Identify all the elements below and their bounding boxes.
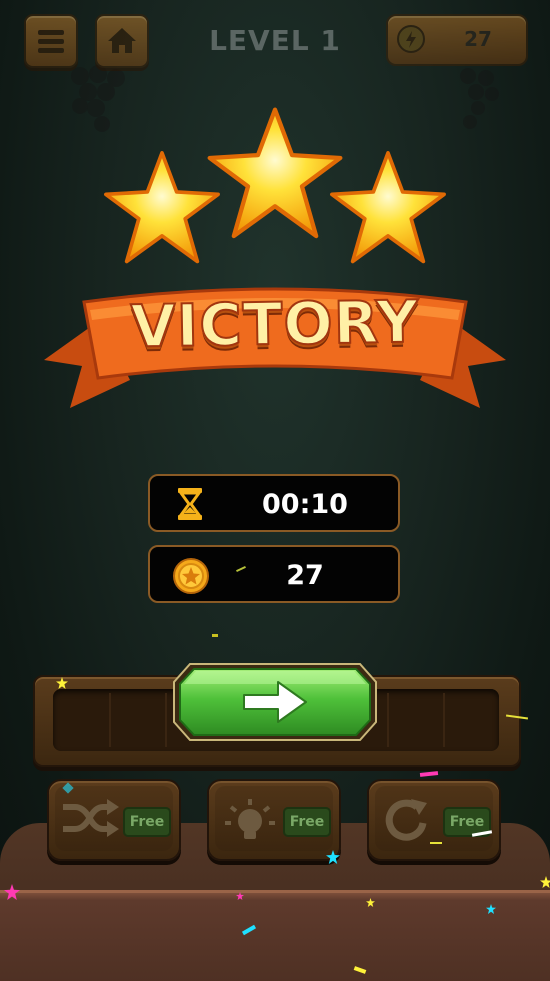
confetti-star-icon xyxy=(4,884,20,900)
confetti-piece xyxy=(212,634,218,637)
coin-icon xyxy=(173,558,209,594)
slot-divider xyxy=(109,693,111,747)
confetti-piece xyxy=(419,771,439,777)
refresh-icon xyxy=(385,799,427,841)
free-tag: Free xyxy=(283,807,331,837)
coins-value: 27 xyxy=(286,560,324,591)
coin-icon xyxy=(397,25,425,53)
hourglass-icon xyxy=(178,488,202,520)
slot-divider xyxy=(165,693,167,747)
home-button[interactable] xyxy=(95,14,149,68)
shuffle-icon xyxy=(63,799,119,837)
star-icon xyxy=(207,107,343,239)
hint-button[interactable]: Free xyxy=(207,779,341,861)
coins-stat: 27 xyxy=(148,545,400,603)
level-title: LEVEL 1 xyxy=(209,24,341,57)
slot-divider xyxy=(443,693,445,747)
slot-divider xyxy=(387,693,389,747)
hamburger-menu-icon xyxy=(38,30,64,53)
free-tag: Free xyxy=(123,807,171,837)
lightbulb-icon xyxy=(225,799,275,839)
next-level-button[interactable] xyxy=(172,662,378,742)
arrow-right-icon xyxy=(243,681,307,723)
bottom-plank xyxy=(0,890,550,981)
confetti-star-icon xyxy=(236,892,244,900)
confetti-star-icon xyxy=(540,876,550,888)
victory-screen: LEVEL 1 27 VICTORY 00:10 27 Free Free Fr… xyxy=(0,0,550,981)
confetti-star-icon xyxy=(486,904,496,914)
victory-banner-text: VICTORY xyxy=(129,286,421,361)
confetti-star-icon xyxy=(56,677,68,689)
refresh-button[interactable]: Free xyxy=(367,779,501,861)
confetti-star-icon xyxy=(366,898,375,907)
coin-count: 27 xyxy=(464,27,492,51)
top-bar: LEVEL 1 27 xyxy=(0,0,550,80)
home-icon xyxy=(108,28,136,53)
star-icon xyxy=(330,151,446,264)
time-stat: 00:10 xyxy=(148,474,400,532)
coin-counter: 27 xyxy=(386,14,528,66)
confetti-star-icon xyxy=(326,850,340,864)
menu-button[interactable] xyxy=(24,14,78,68)
time-value: 00:10 xyxy=(262,489,348,520)
confetti-piece xyxy=(430,842,442,844)
